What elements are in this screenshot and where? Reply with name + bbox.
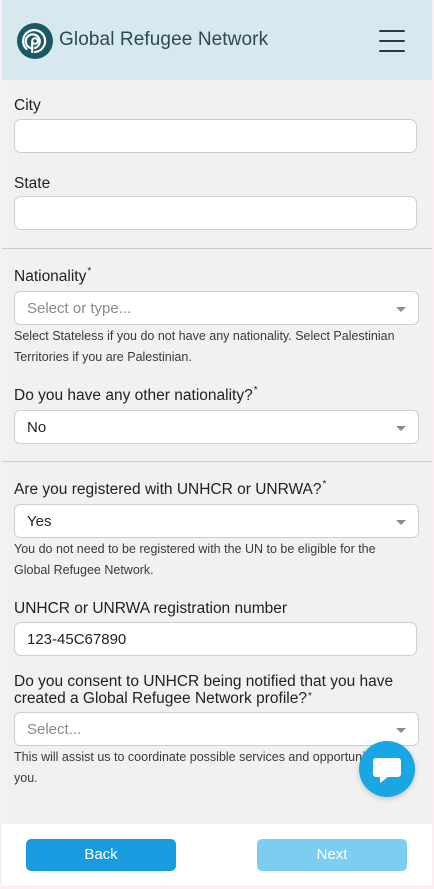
app-screen: Global Refugee Network City State Nation…	[2, 0, 432, 885]
next-button[interactable]: Next	[257, 839, 407, 871]
nationality-select[interactable]: Select or type...	[14, 291, 419, 325]
consent-placeholder: Select...	[27, 721, 82, 738]
hamburger-menu-icon[interactable]	[379, 30, 405, 52]
registered-select[interactable]: Yes	[14, 504, 419, 538]
city-input[interactable]	[14, 119, 417, 153]
back-button[interactable]: Back	[26, 839, 176, 871]
top-header: Global Refugee Network	[2, 0, 432, 80]
other-nationality-label-text: Do you have any other nationality?	[14, 387, 253, 404]
other-nationality-select[interactable]: No	[14, 410, 419, 444]
chat-button[interactable]	[359, 741, 415, 797]
other-nationality-value: No	[27, 419, 47, 436]
section-divider	[2, 248, 432, 249]
state-input[interactable]	[14, 196, 417, 230]
chevron-down-icon	[396, 426, 406, 431]
registered-value: Yes	[27, 513, 52, 530]
consent-help-text: This will assist us to coordinate possib…	[14, 750, 403, 785]
other-nationality-label: Do you have any other nationality?*	[14, 385, 258, 405]
state-label: State	[14, 175, 51, 192]
registered-label: Are you registered with UNHCR or UNRWA?*	[14, 479, 327, 499]
chat-icon	[373, 758, 401, 783]
required-marker: *	[253, 385, 258, 396]
registration-number-label: UNHCR or UNRWA registration number	[14, 600, 288, 617]
consent-label-line2: created a Global Refugee Network profile…	[14, 690, 307, 707]
consent-label-line1: Do you consent to UNHCR being notified t…	[14, 673, 394, 690]
chevron-down-icon	[396, 728, 406, 733]
footer-bar: Back Next	[2, 824, 432, 885]
nationality-placeholder: Select or type...	[27, 300, 132, 317]
city-label: City	[14, 97, 41, 114]
registered-help-text: You do not need to be registered with th…	[14, 542, 376, 577]
registration-number-input[interactable]	[14, 622, 417, 656]
nationality-label: Nationality*	[14, 266, 92, 286]
nationality-help-text: Select Stateless if you do not have any …	[14, 329, 395, 364]
required-marker: *	[87, 266, 92, 277]
brand-name: Global Refugee Network	[59, 29, 269, 50]
registered-label-text: Are you registered with UNHCR or UNRWA?	[14, 481, 322, 498]
required-marker: *	[307, 691, 312, 702]
section-divider	[2, 461, 432, 462]
required-marker: *	[322, 479, 327, 490]
logo-icon[interactable]	[16, 22, 54, 60]
consent-label: Do you consent to UNHCR being notified t…	[14, 673, 393, 707]
chevron-down-icon	[396, 520, 406, 525]
chevron-down-icon	[396, 307, 406, 312]
nationality-label-text: Nationality	[14, 268, 87, 285]
